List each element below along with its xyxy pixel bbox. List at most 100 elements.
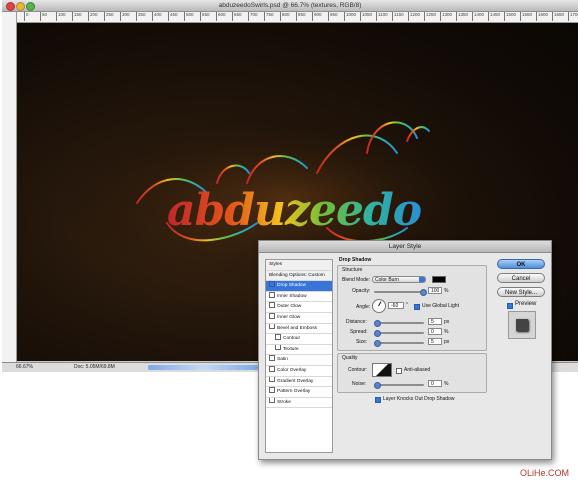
artwork-text: abduzeedo	[167, 185, 421, 236]
noise-slider-knob[interactable]	[374, 382, 381, 389]
contour-label: Contour:	[348, 367, 368, 373]
noise-slider[interactable]	[374, 382, 424, 389]
zoom-level[interactable]: 66.67%	[16, 363, 33, 372]
styles-list-item[interactable]: Inner Glow	[266, 312, 332, 324]
document-size[interactable]: Doc: 5.05M/69.8M	[74, 363, 115, 372]
style-checkbox[interactable]	[269, 323, 275, 330]
style-checkbox[interactable]	[269, 312, 275, 319]
ruler-tick-label: 1350	[456, 12, 468, 21]
style-checkbox[interactable]	[269, 355, 275, 362]
styles-list-item[interactable]: Outer Glow	[266, 302, 332, 313]
ruler-tick-label: 1300	[440, 12, 452, 21]
contour-picker[interactable]	[372, 363, 392, 377]
document-titlebar[interactable]: abduzeedoSwirls.psd @ 66.7% (textures, R…	[2, 0, 578, 12]
ruler-tick-label: 900	[312, 12, 322, 21]
styles-list-item[interactable]: Inner Shadow	[266, 291, 332, 303]
spread-field[interactable]: 0	[428, 328, 442, 335]
noise-field[interactable]: 0	[428, 380, 442, 387]
blend-mode-select[interactable]: Color Burn	[372, 276, 426, 283]
use-global-light-label: Use Global Light	[422, 303, 459, 309]
styles-list-item[interactable]: Satin	[266, 355, 332, 366]
ruler-tick-label: 100	[56, 12, 66, 21]
style-checkbox[interactable]	[269, 365, 275, 372]
style-checkbox[interactable]	[269, 291, 275, 298]
styles-list-item[interactable]: Color Overlay	[266, 365, 332, 377]
styles-list-item[interactable]: Styles	[266, 260, 332, 271]
ruler-tick-label: 800	[280, 12, 290, 21]
opacity-unit: %	[444, 288, 449, 294]
style-label: Drop Shadow	[277, 283, 307, 289]
ruler-tick-label: 1650	[552, 12, 564, 21]
anti-aliased-checkbox[interactable]	[396, 368, 402, 374]
watermark: OLiHe.COM	[520, 468, 570, 478]
angle-dial[interactable]	[372, 299, 386, 313]
horizontal-scrollbar[interactable]	[148, 365, 258, 370]
size-slider[interactable]	[374, 340, 424, 347]
document-title: abduzeedoSwirls.psd @ 66.7% (textures, R…	[218, 2, 362, 9]
preview-swatch	[516, 319, 528, 331]
ruler-tick-label: 1150	[392, 12, 404, 21]
style-checkbox[interactable]	[269, 387, 275, 393]
ruler-tick-label: 300	[120, 12, 130, 21]
opacity-slider[interactable]	[374, 289, 427, 296]
ruler-tick-label: 1600	[536, 12, 548, 21]
spread-slider-knob[interactable]	[374, 330, 381, 337]
dialog-title: Layer Style	[259, 241, 551, 253]
shadow-color-swatch[interactable]	[432, 276, 446, 283]
use-global-light-checkbox[interactable]	[414, 304, 420, 310]
size-field[interactable]: 5	[428, 338, 442, 345]
cancel-button[interactable]: Cancel	[497, 273, 545, 283]
style-label: Styles	[269, 262, 283, 267]
quality-label: Quality	[342, 355, 358, 361]
styles-list-item[interactable]: Contour	[266, 334, 332, 345]
styles-list-item[interactable]: Bevel and Emboss	[266, 323, 332, 335]
spread-slider[interactable]	[374, 330, 424, 337]
distance-label: Distance:	[346, 319, 367, 325]
ruler-tick-label: 400	[152, 12, 162, 21]
horizontal-ruler[interactable]: 0 50 100 150 200 250 300 350 400 450 500 550 600 650 7…	[16, 12, 578, 23]
knockout-checkbox[interactable]	[375, 397, 381, 403]
style-label: Inner Shadow	[277, 293, 307, 299]
structure-group: Structure Blend Mode: Color Burn Opacity…	[337, 265, 487, 351]
styles-list-item[interactable]: Pattern Overlay	[266, 387, 332, 398]
style-checkbox[interactable]	[275, 344, 281, 351]
blend-mode-label: Blend Mode:	[342, 277, 371, 283]
angle-field[interactable]: -60	[388, 302, 404, 309]
style-checkbox[interactable]	[269, 281, 275, 287]
styles-list-item[interactable]: Drop Shadow	[266, 281, 332, 292]
style-checkbox[interactable]	[269, 376, 275, 383]
preview-checkbox[interactable]	[507, 303, 513, 309]
preview-label: Preview	[515, 301, 537, 307]
vertical-ruler[interactable]	[2, 12, 17, 362]
angle-label: Angle:	[356, 304, 371, 310]
new-style-button[interactable]: New Style...	[497, 287, 545, 297]
ruler-tick-label: 1700	[568, 12, 578, 21]
size-label: Size:	[356, 339, 368, 345]
size-slider-knob[interactable]	[374, 340, 381, 347]
style-label: Bevel and Emboss	[277, 325, 317, 331]
ok-button[interactable]: OK	[497, 259, 545, 269]
ruler-tick-label: 500	[184, 12, 194, 21]
styles-list-item[interactable]: Gradient Overlay	[266, 376, 332, 388]
style-checkbox[interactable]	[275, 334, 281, 340]
style-label: Color Overlay	[277, 367, 307, 373]
opacity-slider-knob[interactable]	[420, 289, 427, 296]
distance-field[interactable]: 5	[428, 318, 442, 325]
noise-label: Noise:	[352, 381, 367, 387]
style-checkbox[interactable]	[269, 302, 275, 309]
opacity-field[interactable]: 100	[428, 287, 442, 294]
ruler-tick-label: 1250	[424, 12, 436, 21]
ruler-tick-label: 1200	[408, 12, 420, 21]
ruler-tick-label: 1550	[520, 12, 532, 21]
styles-list-item[interactable]: Blending Options: Custom	[266, 270, 332, 282]
styles-list-item[interactable]: Texture	[266, 344, 332, 356]
styles-list-item[interactable]: Stroke	[266, 397, 332, 409]
ruler-tick-label: 1500	[504, 12, 516, 21]
ruler-tick-label: 450	[168, 12, 178, 21]
ruler-tick-label: 600	[216, 12, 226, 21]
distance-slider-knob[interactable]	[374, 320, 381, 327]
distance-slider[interactable]	[374, 320, 424, 327]
drop-shadow-pane: Drop Shadow Structure Blend Mode: Color …	[337, 255, 487, 455]
ruler-tick-label: 550	[200, 12, 210, 21]
style-checkbox[interactable]	[269, 397, 275, 404]
